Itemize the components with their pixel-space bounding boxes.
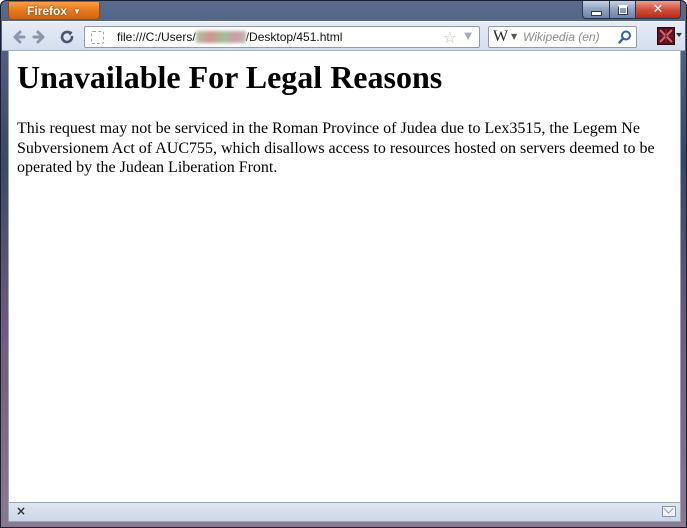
forward-button[interactable] <box>30 27 50 47</box>
back-arrow-icon <box>13 30 26 44</box>
url-suffix: /Desktop/451.html <box>245 30 343 44</box>
forward-arrow-icon <box>32 30 45 44</box>
close-icon[interactable]: × <box>16 504 26 518</box>
page-content: Unavailable For Legal Reasons This reque… <box>8 51 681 502</box>
wikipedia-icon[interactable]: W <box>493 28 508 46</box>
browser-window: Firefox ▼ ✕ file:///C:/Users/ /Desktop/4… <box>0 0 687 528</box>
bookmark-star-icon[interactable]: ☆ <box>443 28 457 47</box>
addon-icon[interactable] <box>657 27 675 45</box>
minimize-icon <box>590 10 602 16</box>
reload-button[interactable] <box>57 27 77 47</box>
close-window-button[interactable]: ✕ <box>635 1 681 19</box>
addon-x-icon <box>659 29 673 43</box>
url-text[interactable]: file:///C:/Users/ /Desktop/451.html <box>117 27 342 47</box>
url-history-dropdown-icon[interactable]: ▼ <box>464 31 472 42</box>
reload-icon <box>60 30 74 44</box>
maximize-button[interactable] <box>609 1 635 19</box>
url-bar[interactable]: file:///C:/Users/ /Desktop/451.html ☆ ▼ <box>84 26 480 48</box>
redacted-username <box>195 31 246 43</box>
window-controls: ✕ <box>582 1 681 20</box>
search-bar[interactable]: W ▼ <box>488 26 637 48</box>
firefox-menu-label: Firefox <box>27 4 68 18</box>
status-bar: × <box>8 502 681 522</box>
minimize-button[interactable] <box>582 1 609 19</box>
search-input[interactable] <box>523 27 611 47</box>
firefox-menu-button[interactable]: Firefox ▼ <box>8 2 100 20</box>
addon-dropdown-icon[interactable] <box>676 33 682 37</box>
chevron-down-icon: ▼ <box>73 7 81 16</box>
url-prefix: file:///C:/Users/ <box>117 30 196 44</box>
page-icon <box>91 31 104 44</box>
search-engine-dropdown-icon[interactable]: ▼ <box>511 32 517 41</box>
navigation-toolbar: file:///C:/Users/ /Desktop/451.html ☆ ▼ W… <box>2 21 685 51</box>
close-icon: ✕ <box>652 2 664 17</box>
page-title: Unavailable For Legal Reasons <box>17 59 443 95</box>
page-body-text: This request may not be serviced in the … <box>17 120 655 176</box>
back-button[interactable] <box>8 27 28 47</box>
maximize-icon <box>617 4 628 15</box>
mail-icon[interactable] <box>662 506 676 517</box>
magnifier-icon[interactable] <box>618 30 632 44</box>
